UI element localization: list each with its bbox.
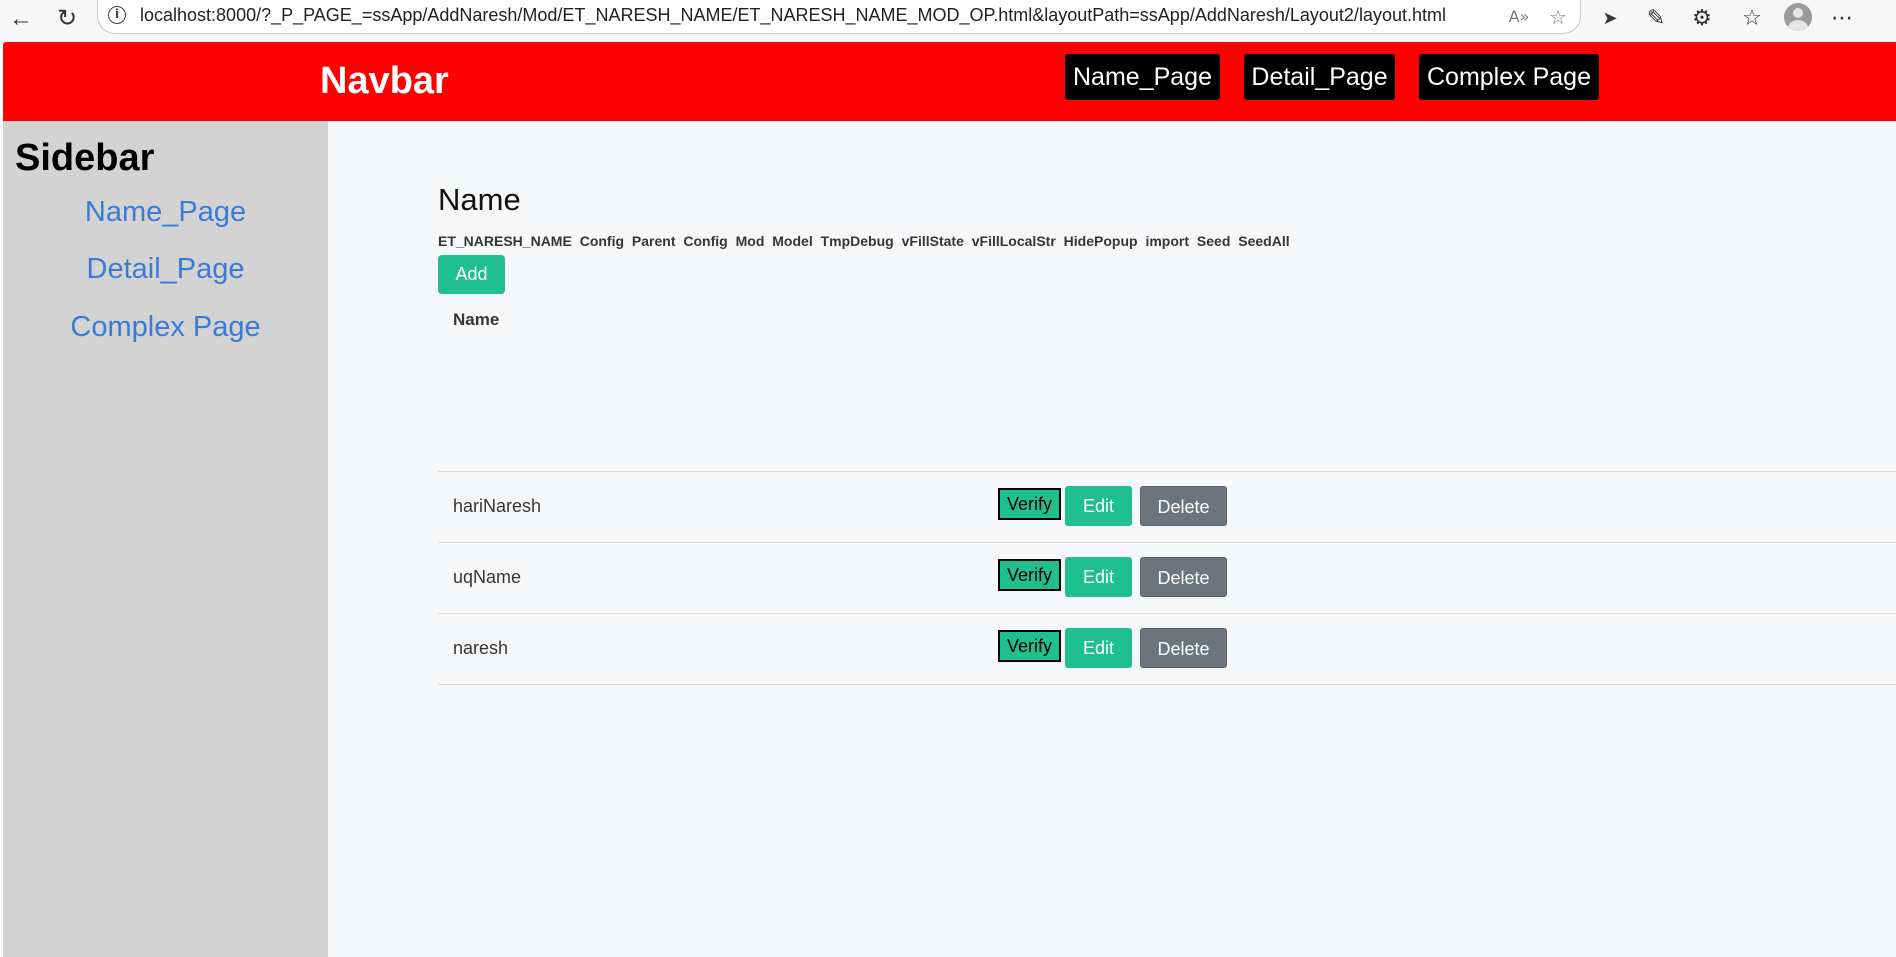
delete-button[interactable]: Delete bbox=[1140, 557, 1227, 597]
sidebar: Sidebar Name_Page Detail_Page Complex Pa… bbox=[3, 121, 328, 957]
toolbar-link-tmpdebug[interactable]: TmpDebug bbox=[821, 233, 894, 249]
delete-button[interactable]: Delete bbox=[1140, 486, 1227, 526]
nav-link-name-page[interactable]: Name_Page bbox=[1065, 54, 1220, 100]
sidebar-title: Sidebar bbox=[15, 137, 155, 179]
column-header-name: Name bbox=[453, 310, 500, 329]
page-title: Name bbox=[438, 182, 521, 217]
read-aloud-icon[interactable]: A» bbox=[1506, 4, 1532, 30]
toolbar-link-vfilllocalstr[interactable]: vFillLocalStr bbox=[972, 233, 1056, 249]
toolbar-link-import[interactable]: import bbox=[1145, 233, 1189, 249]
toolbar-link-mod[interactable]: Mod bbox=[736, 233, 765, 249]
toolbar-link-parent-config[interactable]: Config bbox=[683, 233, 727, 249]
edit-button[interactable]: Edit bbox=[1065, 486, 1132, 526]
toolbar-link-model[interactable]: Model bbox=[772, 233, 812, 249]
cursor-extension-icon[interactable]: ➤ bbox=[1594, 3, 1626, 35]
table-row: hariNaresh Verify Edit Delete bbox=[438, 471, 1896, 542]
favorites-icon[interactable]: ☆ bbox=[1736, 3, 1768, 35]
verify-button[interactable]: Verify bbox=[998, 488, 1061, 520]
toolbar-link-et-naresh-name[interactable]: ET_NARESH_NAME bbox=[438, 233, 572, 249]
toolbar-link-seedall[interactable]: SeedAll bbox=[1238, 233, 1289, 249]
toolbar-link-vfillstate[interactable]: vFillState bbox=[902, 233, 964, 249]
more-menu-icon[interactable]: ⋯ bbox=[1826, 3, 1858, 35]
delete-button[interactable]: Delete bbox=[1140, 628, 1227, 668]
address-bar[interactable]: i localhost:8000/?_P_PAGE_=ssApp/AddNare… bbox=[97, 0, 1581, 34]
eyedropper-icon[interactable]: ✎ bbox=[1640, 3, 1672, 35]
favorite-star-icon[interactable]: ☆ bbox=[1545, 4, 1571, 30]
reload-icon[interactable]: ↻ bbox=[52, 4, 82, 34]
toolbar-link-seed[interactable]: Seed bbox=[1197, 233, 1230, 249]
verify-button[interactable]: Verify bbox=[998, 559, 1061, 591]
toolbar-link-hidepopup[interactable]: HidePopup bbox=[1064, 233, 1138, 249]
nav-link-complex-page[interactable]: Complex Page bbox=[1419, 54, 1599, 100]
nav-link-detail-page[interactable]: Detail_Page bbox=[1244, 54, 1395, 100]
table-row: uqName Verify Edit Delete bbox=[438, 542, 1896, 613]
toolbar-link-config[interactable]: Config bbox=[580, 233, 624, 249]
row-name-cell: naresh bbox=[453, 638, 509, 658]
navbar: Navbar Name_Page Detail_Page Complex Pag… bbox=[3, 42, 1896, 121]
row-name-cell: uqName bbox=[453, 567, 522, 587]
app-root: Navbar Name_Page Detail_Page Complex Pag… bbox=[3, 42, 1896, 957]
back-icon[interactable]: ← bbox=[6, 4, 36, 34]
debug-toolbar: ET_NARESH_NAME Config Parent Config Mod … bbox=[438, 233, 1294, 249]
row-name-cell: hariNaresh bbox=[453, 496, 542, 516]
verify-button[interactable]: Verify bbox=[998, 630, 1061, 662]
toolbar-link-parent[interactable]: Parent bbox=[632, 233, 676, 249]
main-content: Name ET_NARESH_NAME Config Parent Config… bbox=[328, 121, 1896, 957]
navbar-brand: Navbar bbox=[320, 60, 449, 102]
sidebar-link-name-page[interactable]: Name_Page bbox=[3, 196, 328, 229]
table-row: naresh Verify Edit Delete bbox=[438, 613, 1896, 684]
url-text[interactable]: localhost:8000/?_P_PAGE_=ssApp/AddNaresh… bbox=[140, 5, 1446, 26]
add-button[interactable]: Add bbox=[438, 255, 505, 294]
sidebar-link-detail-page[interactable]: Detail_Page bbox=[3, 253, 328, 286]
table-bottom-border bbox=[438, 684, 1896, 685]
extensions-icon[interactable]: ⚙ bbox=[1686, 3, 1718, 35]
site-info-icon[interactable]: i bbox=[108, 6, 126, 24]
edit-button[interactable]: Edit bbox=[1065, 557, 1132, 597]
edit-button[interactable]: Edit bbox=[1065, 628, 1132, 668]
sidebar-link-complex-page[interactable]: Complex Page bbox=[3, 311, 328, 344]
browser-toolbar: ← ↻ i localhost:8000/?_P_PAGE_=ssApp/Add… bbox=[0, 0, 1896, 40]
profile-avatar[interactable] bbox=[1784, 3, 1812, 31]
